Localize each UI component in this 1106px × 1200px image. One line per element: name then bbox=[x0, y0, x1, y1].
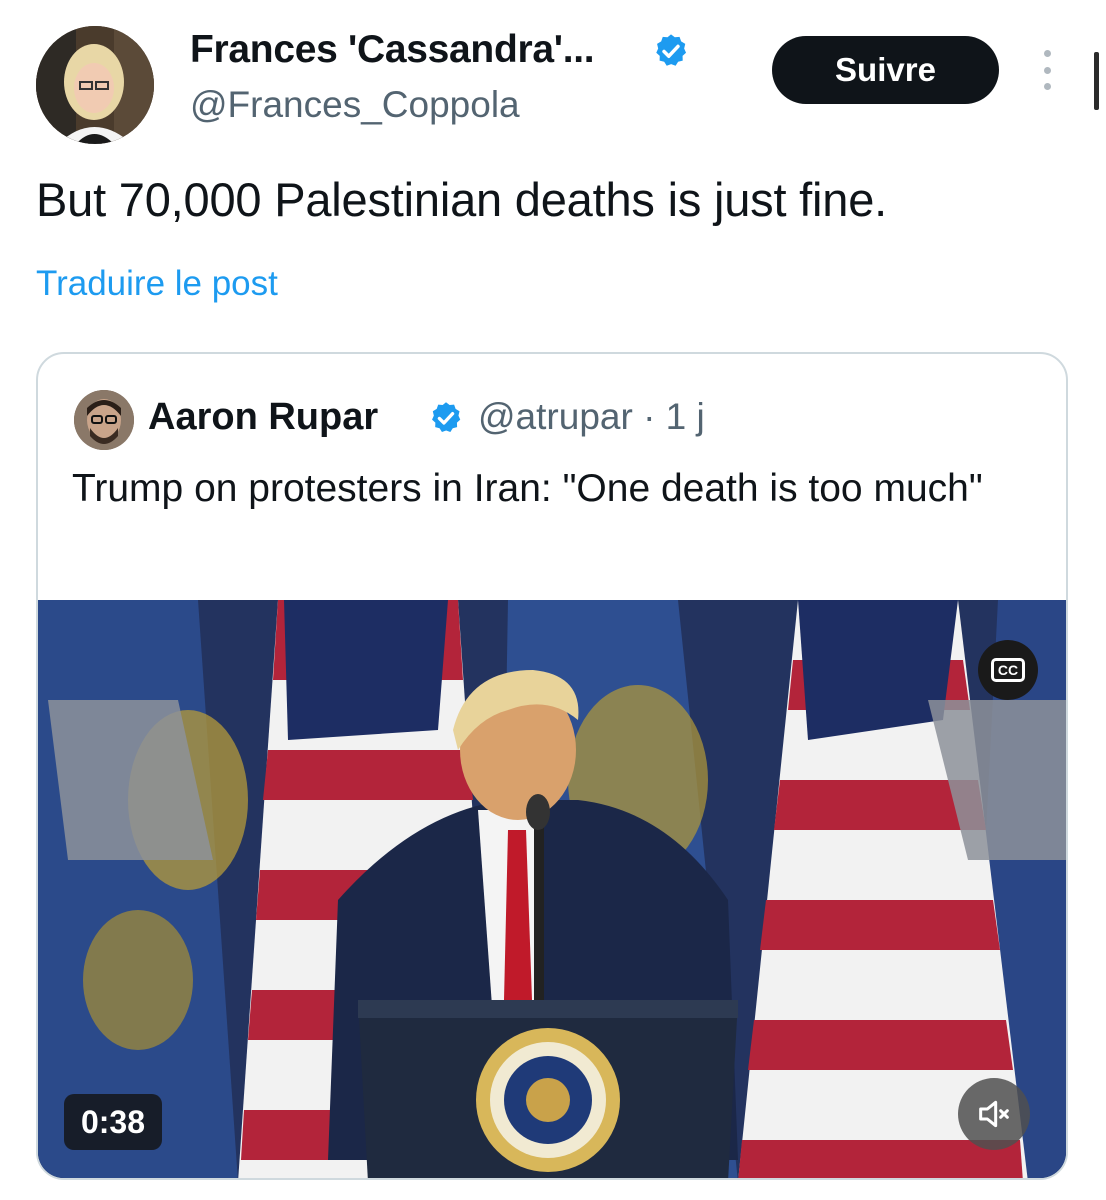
author-avatar[interactable] bbox=[36, 26, 154, 144]
author-name[interactable]: Frances 'Cassandra'... bbox=[190, 28, 595, 72]
more-options-icon[interactable] bbox=[1036, 50, 1058, 90]
quoted-author-name[interactable]: Aaron Rupar bbox=[148, 396, 378, 439]
quoted-handle-timestamp[interactable]: @atrupar · 1 j bbox=[478, 396, 705, 438]
muted-speaker-icon[interactable] bbox=[958, 1078, 1030, 1150]
video-player[interactable]: CC 0:38 bbox=[38, 600, 1066, 1178]
video-duration: 0:38 bbox=[64, 1094, 162, 1150]
quoted-tweet-card[interactable]: Aaron Rupar @atrupar · 1 j Trump on prot… bbox=[36, 352, 1068, 1180]
follow-button[interactable]: Suivre bbox=[772, 36, 999, 104]
translate-post-link[interactable]: Traduire le post bbox=[36, 264, 278, 304]
tweet-text: But 70,000 Palestinian deaths is just fi… bbox=[36, 173, 888, 226]
closed-captions-icon: CC bbox=[990, 658, 1026, 682]
author-handle[interactable]: @Frances_Coppola bbox=[190, 84, 520, 126]
quoted-tweet-text: Trump on protesters in Iran: "One death … bbox=[72, 467, 983, 510]
closed-captions-button[interactable]: CC bbox=[978, 640, 1038, 700]
video-frame bbox=[38, 600, 1066, 1178]
verified-badge-icon bbox=[428, 400, 464, 436]
verified-badge-icon bbox=[652, 32, 690, 70]
quoted-author-avatar[interactable] bbox=[74, 390, 134, 450]
scrollbar[interactable] bbox=[1094, 52, 1099, 110]
